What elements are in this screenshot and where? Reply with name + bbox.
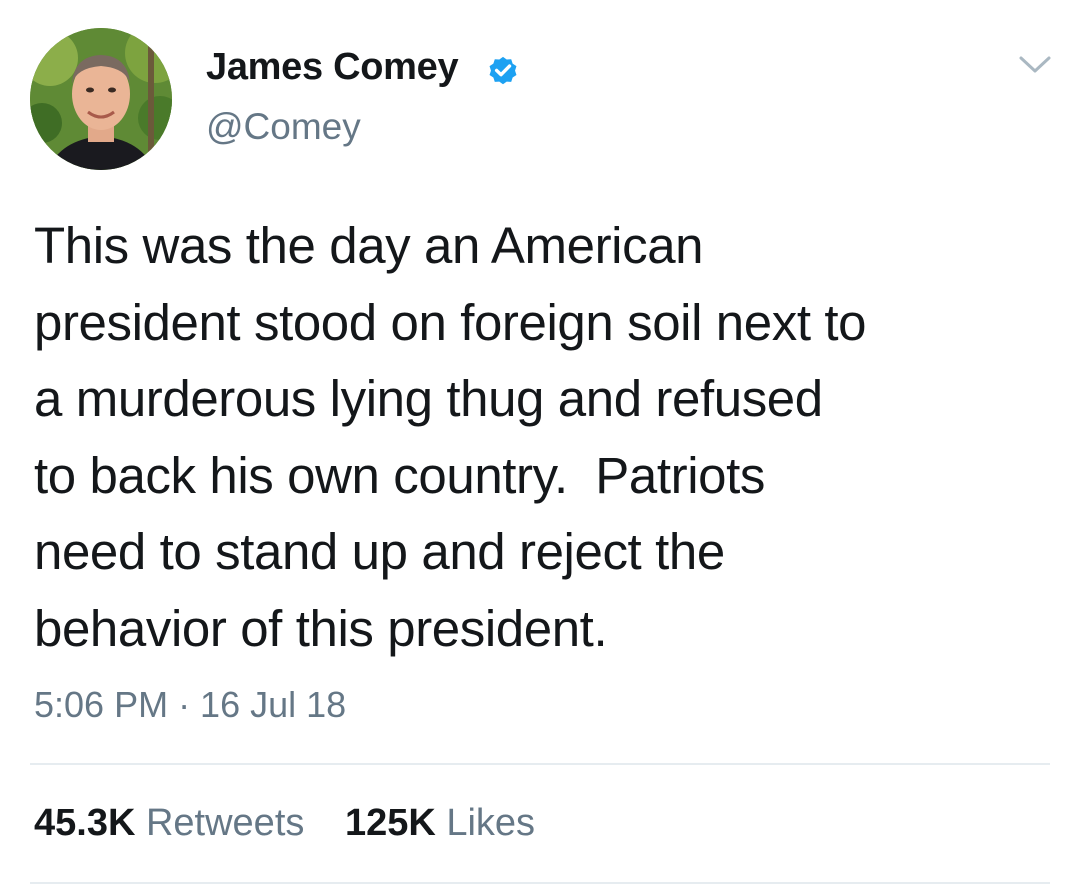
handle[interactable]: @Comey [206, 106, 361, 148]
tweet-text-line: This was the day an American [34, 217, 704, 274]
tweet-timestamp[interactable]: 5:06 PM · 16 Jul 18 [34, 684, 346, 726]
tweet-text-line: need to stand up and reject the [34, 523, 725, 580]
tweet-stats: 45.3K Retweets 125K Likes [34, 802, 565, 845]
tweet-card: James Comey @Comey This was the day an A… [0, 0, 1080, 888]
tweet-text-line: president stood on foreign soil next to [34, 293, 867, 351]
retweets-count: 45.3K [34, 802, 136, 844]
avatar-image [30, 28, 172, 170]
avatar[interactable] [30, 28, 172, 170]
likes-stat[interactable]: 125K Likes [345, 802, 535, 845]
divider [30, 882, 1050, 884]
tweet-text-line: behavior of this president. [34, 599, 608, 657]
retweets-label: Retweets [145, 802, 305, 844]
tweet-text-line: to back his own country. Patriots [34, 446, 765, 504]
tweet-text: This was the day an American president s… [34, 208, 1064, 667]
likes-count: 125K [344, 802, 436, 844]
divider [30, 763, 1050, 765]
display-name[interactable]: James Comey [206, 46, 459, 89]
likes-label: Likes [446, 802, 536, 844]
tweet-text-line: a murderous lying thug and refused [34, 370, 823, 427]
verified-badge-icon [489, 56, 517, 85]
chevron-down-icon[interactable] [1018, 54, 1052, 76]
retweets-stat[interactable]: 45.3K Retweets [34, 802, 304, 845]
